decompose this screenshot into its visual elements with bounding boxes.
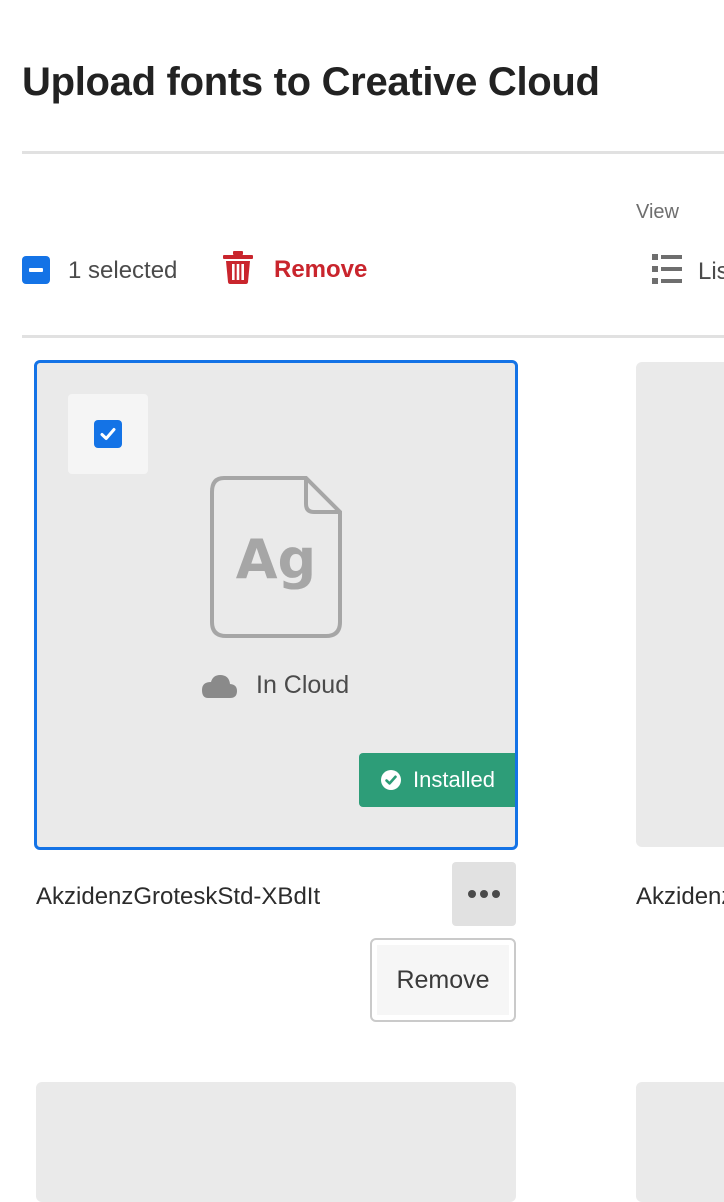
- font-card[interactable]: [636, 362, 724, 847]
- checkmark-icon: [100, 428, 116, 440]
- list-view-icon: [650, 252, 684, 291]
- cloud-status-label: In Cloud: [256, 671, 350, 699]
- font-card[interactable]: [636, 1082, 724, 1202]
- card-checkbox[interactable]: [94, 420, 122, 448]
- view-mode-toggle[interactable]: List: [650, 252, 724, 291]
- card-menu-popover: Remove: [370, 938, 516, 1022]
- toolbar-divider: [22, 335, 724, 338]
- view-mode-label: List: [698, 257, 724, 285]
- font-file-icon: Ag: [210, 476, 342, 643]
- more-options-button[interactable]: [452, 862, 516, 926]
- view-label: View: [636, 201, 679, 223]
- select-all-checkbox[interactable]: [22, 256, 50, 284]
- selected-count: 1 selected: [68, 257, 178, 284]
- font-name: AkzidenzGroteskStd-XBdIt: [36, 883, 321, 910]
- checkbox-indeterminate-icon: [29, 268, 43, 272]
- card-checkbox-area[interactable]: [68, 394, 148, 474]
- page-title: Upload fonts to Creative Cloud: [22, 60, 600, 104]
- font-name: Akzidenz: [636, 883, 724, 910]
- remove-label: Remove: [274, 255, 368, 283]
- cloud-status: In Cloud: [200, 671, 349, 700]
- more-icon: [468, 890, 500, 898]
- font-card[interactable]: Ag In Cloud Installed: [34, 360, 518, 850]
- trash-icon: [222, 250, 254, 289]
- remove-selected-button[interactable]: Remove: [222, 250, 367, 289]
- installed-badge: Installed: [359, 753, 515, 807]
- font-card[interactable]: [36, 1082, 516, 1202]
- font-preview-glyphs: Ag: [236, 528, 316, 591]
- installed-label: Installed: [413, 767, 495, 792]
- header-divider: [22, 151, 724, 154]
- check-circle-icon: [381, 770, 401, 790]
- cloud-icon: [202, 674, 237, 698]
- menu-item-remove[interactable]: Remove: [377, 945, 509, 1015]
